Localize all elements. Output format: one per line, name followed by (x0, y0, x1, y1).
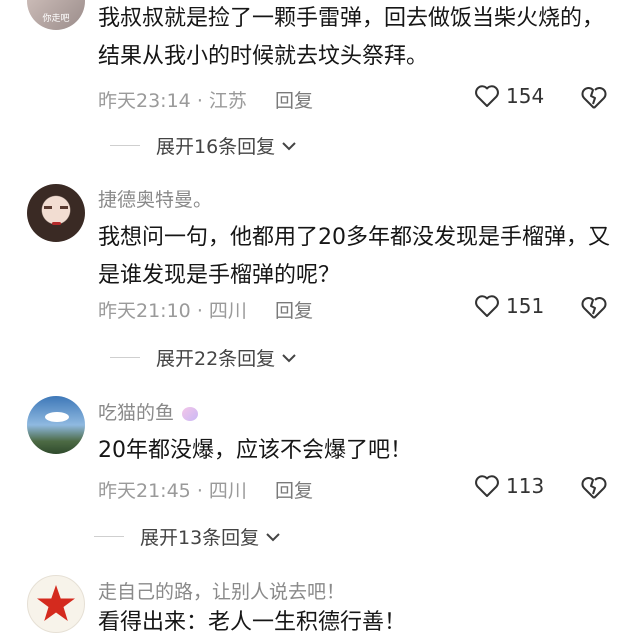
chevron-down-icon (266, 532, 280, 541)
comment-location: 四川 (208, 300, 247, 322)
broken-heart-icon (581, 297, 607, 319)
avatar[interactable] (27, 575, 85, 633)
like-count: 154 (506, 84, 545, 108)
username[interactable]: 捷德奥特曼。 (98, 185, 212, 212)
expand-replies-label: 展开13条回复 (140, 527, 260, 549)
comment-text: 我想问一句，他都用了20多年都没发现是手榴弹，又是谁发现是手榴弹的呢？ (98, 225, 610, 288)
dislike-button[interactable] (580, 85, 608, 115)
like-button[interactable]: 154 (474, 84, 544, 108)
chevron-down-icon (282, 353, 296, 362)
avatar[interactable]: 你走吧 (27, 0, 85, 30)
avatar-caption: 你走吧 (42, 14, 70, 24)
expand-replies-label: 展开22条回复 (156, 348, 276, 370)
like-button[interactable]: 113 (474, 474, 544, 498)
reply-button[interactable]: 回复 (275, 300, 313, 322)
like-count: 151 (506, 294, 545, 318)
heart-outline-icon (475, 85, 499, 107)
username[interactable]: 走自己的路，让别人说去吧！ (98, 577, 345, 604)
heart-outline-icon (475, 475, 499, 497)
chevron-down-icon (282, 141, 296, 150)
dislike-button[interactable] (580, 475, 608, 505)
comment-meta: 昨天21:10 · 四川 回复 (98, 300, 313, 322)
unicorn-icon (182, 406, 199, 421)
comment-meta: 昨天21:45 · 四川 回复 (98, 480, 313, 502)
comment-time: 昨天21:10 (98, 300, 191, 322)
comment-time: 昨天23:14 (98, 90, 191, 112)
username-text: 吃猫的鱼 (98, 402, 175, 424)
comment-location: 江苏 (208, 90, 247, 112)
comment-time: 昨天21:45 (98, 480, 191, 502)
comment-meta: 昨天23:14 · 江苏 回复 (98, 90, 313, 112)
reply-button[interactable]: 回复 (275, 480, 313, 502)
comment-text: 我叔叔就是捡了一颗手雷弹，回去做饭当柴火烧的，结果从我小的时候就去坟头祭拜。 (98, 6, 605, 69)
broken-heart-icon (581, 477, 607, 499)
expand-replies-label: 展开16条回复 (156, 136, 276, 158)
avatar[interactable] (27, 396, 85, 454)
like-button[interactable]: 151 (474, 294, 544, 318)
expand-replies-button[interactable]: 展开22条回复 (110, 344, 297, 371)
expand-replies-button[interactable]: 展开13条回复 (94, 523, 281, 550)
dislike-button[interactable] (580, 295, 608, 325)
expand-replies-button[interactable]: 展开16条回复 (110, 132, 297, 159)
broken-heart-icon (581, 87, 607, 109)
comment-location: 四川 (208, 480, 247, 502)
like-count: 113 (506, 474, 545, 498)
red-star-icon (37, 585, 75, 621)
comment-text: 看得出来：老人一生积德行善！ (98, 610, 407, 635)
avatar[interactable] (27, 184, 85, 242)
username[interactable]: 吃猫的鱼 (98, 398, 199, 425)
comment-text: 20年都没爆，应该不会爆了吧！ (98, 438, 412, 463)
heart-outline-icon (475, 295, 499, 317)
reply-button[interactable]: 回复 (275, 90, 313, 112)
